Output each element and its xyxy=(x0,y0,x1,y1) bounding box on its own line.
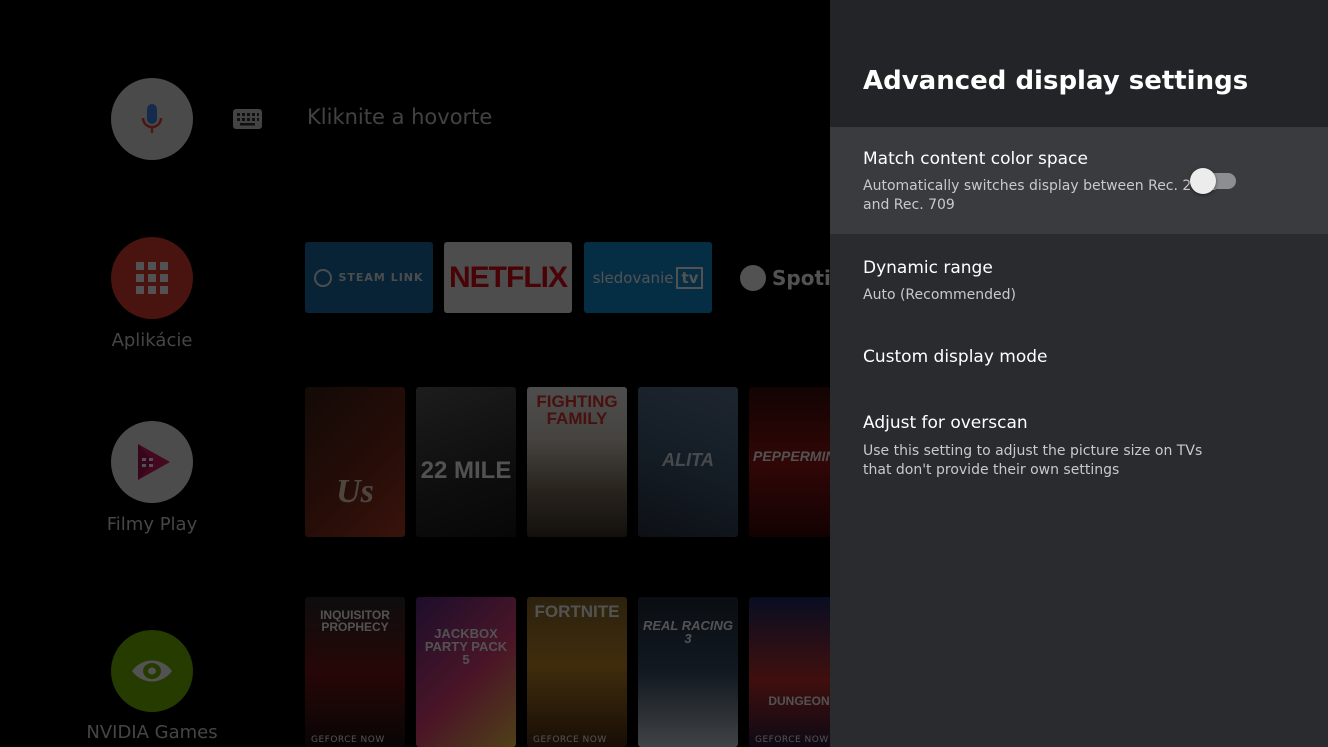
movie-title: 22 MILE xyxy=(420,457,512,484)
game-footer: GEFORCE NOW xyxy=(755,735,829,745)
apps-label: Aplikácie xyxy=(111,330,193,351)
game-footer: GEFORCE NOW xyxy=(533,735,607,745)
microphone-icon xyxy=(141,104,163,133)
sledovanie-tv-tile[interactable]: sledovanie tv xyxy=(584,242,712,313)
toggle-thumb xyxy=(1190,168,1216,194)
game-poster[interactable]: JACKBOX PARTY PACK 5 xyxy=(416,597,516,747)
setting-title: Match content color space xyxy=(863,149,1088,169)
movie-poster[interactable]: ALITA xyxy=(638,387,738,537)
movie-poster[interactable]: FIGHTING FAMILY xyxy=(527,387,627,537)
game-footer: GEFORCE NOW xyxy=(311,735,385,745)
movie-title: FIGHTING FAMILY xyxy=(536,392,618,428)
nvidia-games-button[interactable] xyxy=(111,630,193,712)
play-movies-button[interactable] xyxy=(111,421,193,503)
setting-description: Auto (Recommended) xyxy=(863,287,1017,303)
game-title: FORTNITE xyxy=(534,602,620,621)
setting-description: Use this setting to adjust the picture s… xyxy=(863,443,1203,478)
apps-button[interactable] xyxy=(111,237,193,319)
match-color-space-toggle[interactable] xyxy=(1190,168,1236,194)
netflix-label: NETFLIX xyxy=(449,260,568,294)
sledovanie-tv-label: tv xyxy=(676,266,704,289)
steam-link-label: STEAM LINK xyxy=(338,271,424,284)
game-title: REAL RACING 3 xyxy=(642,618,734,646)
nvidia-games-label: NVIDIA Games xyxy=(86,722,218,743)
netflix-tile[interactable]: NETFLIX xyxy=(444,242,572,313)
game-poster[interactable]: INQUISITOR PROPHECY GEFORCE NOW xyxy=(305,597,405,747)
setting-title: Custom display mode xyxy=(863,347,1048,367)
voice-search-button[interactable] xyxy=(111,78,193,160)
screen: Kliknite a hovorte Aplikácie Filmy Play … xyxy=(0,0,1328,747)
settings-panel: Advanced display settings Match content … xyxy=(830,0,1328,747)
game-poster[interactable]: REAL RACING 3 xyxy=(638,597,738,747)
nvidia-eye-icon xyxy=(132,660,172,682)
panel-title: Advanced display settings xyxy=(863,66,1249,96)
movie-title: Us xyxy=(336,473,374,510)
keyboard-icon[interactable] xyxy=(233,109,262,129)
setting-dynamic-range[interactable]: Dynamic range Auto (Recommended) xyxy=(830,234,1328,322)
setting-adjust-for-overscan[interactable]: Adjust for overscan Use this setting to … xyxy=(830,388,1328,498)
search-hint-text: Kliknite a hovorte xyxy=(307,105,493,129)
game-poster[interactable]: FORTNITE GEFORCE NOW xyxy=(527,597,627,747)
setting-match-content-color-space[interactable]: Match content color space Automatically … xyxy=(830,127,1328,234)
movie-poster[interactable]: Us xyxy=(305,387,405,537)
movie-poster[interactable]: 22 MILE xyxy=(416,387,516,537)
setting-description: Automatically switches display between R… xyxy=(863,178,1219,213)
play-movies-label: Filmy Play xyxy=(106,514,198,535)
spotify-icon xyxy=(740,264,766,291)
setting-title: Dynamic range xyxy=(863,258,993,278)
apps-grid-icon xyxy=(136,262,168,294)
play-movies-icon xyxy=(138,444,170,480)
movie-title: ALITA xyxy=(662,450,714,470)
sledovanie-label: sledovanie xyxy=(592,268,674,287)
game-title: INQUISITOR PROPHECY xyxy=(320,608,390,634)
setting-custom-display-mode[interactable]: Custom display mode xyxy=(830,322,1328,388)
setting-title: Adjust for overscan xyxy=(863,413,1028,433)
game-title: JACKBOX PARTY PACK 5 xyxy=(424,626,508,667)
steam-icon xyxy=(314,268,333,287)
panel-header: Advanced display settings xyxy=(830,0,1328,127)
steam-link-tile[interactable]: STEAM LINK xyxy=(305,242,433,313)
